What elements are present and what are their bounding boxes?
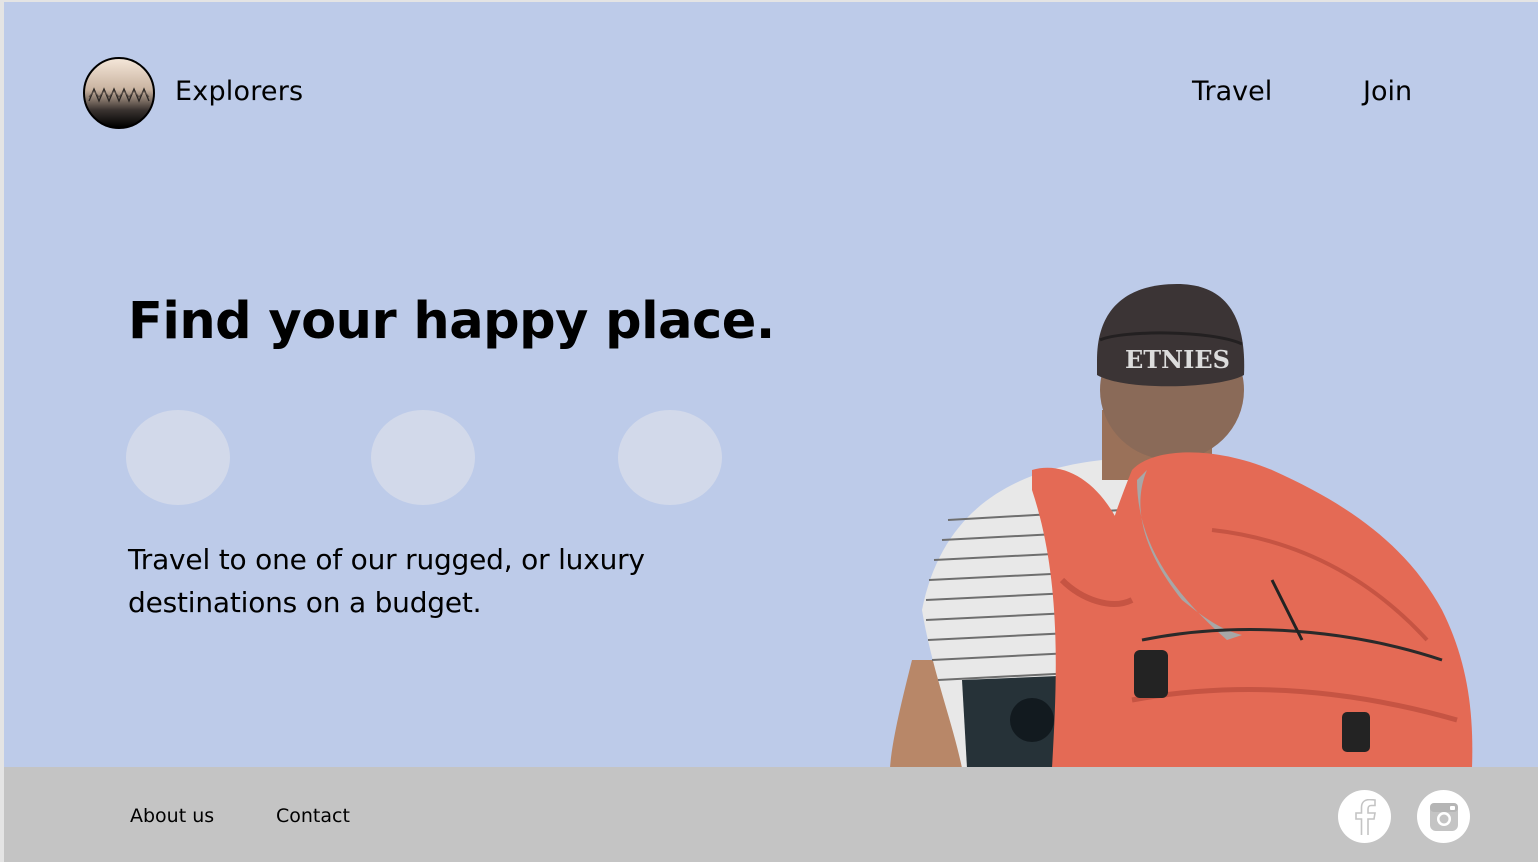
nav-join-link[interactable]: Join — [1363, 76, 1412, 107]
hero-hiker-image: ETNIES — [882, 280, 1482, 772]
svg-text:ETNIES: ETNIES — [1125, 345, 1230, 374]
destination-option-2[interactable] — [371, 410, 475, 505]
destination-option-1[interactable] — [126, 410, 230, 505]
logo-icon[interactable] — [83, 57, 155, 129]
facebook-icon[interactable] — [1338, 790, 1391, 843]
page-frame: Explorers Travel Join Find your happy pl… — [4, 2, 1538, 862]
destination-option-3[interactable] — [618, 410, 722, 505]
footer-about-link[interactable]: About us — [130, 805, 214, 827]
footer-contact-link[interactable]: Contact — [276, 805, 350, 827]
footer: About us Contact — [4, 767, 1538, 862]
hero-tagline: Travel to one of our rugged, or luxury d… — [128, 543, 645, 619]
instagram-icon[interactable] — [1417, 790, 1470, 843]
hero-headline: Find your happy place. — [128, 292, 775, 351]
nav-travel-link[interactable]: Travel — [1192, 76, 1272, 107]
brand-name[interactable]: Explorers — [175, 76, 303, 107]
